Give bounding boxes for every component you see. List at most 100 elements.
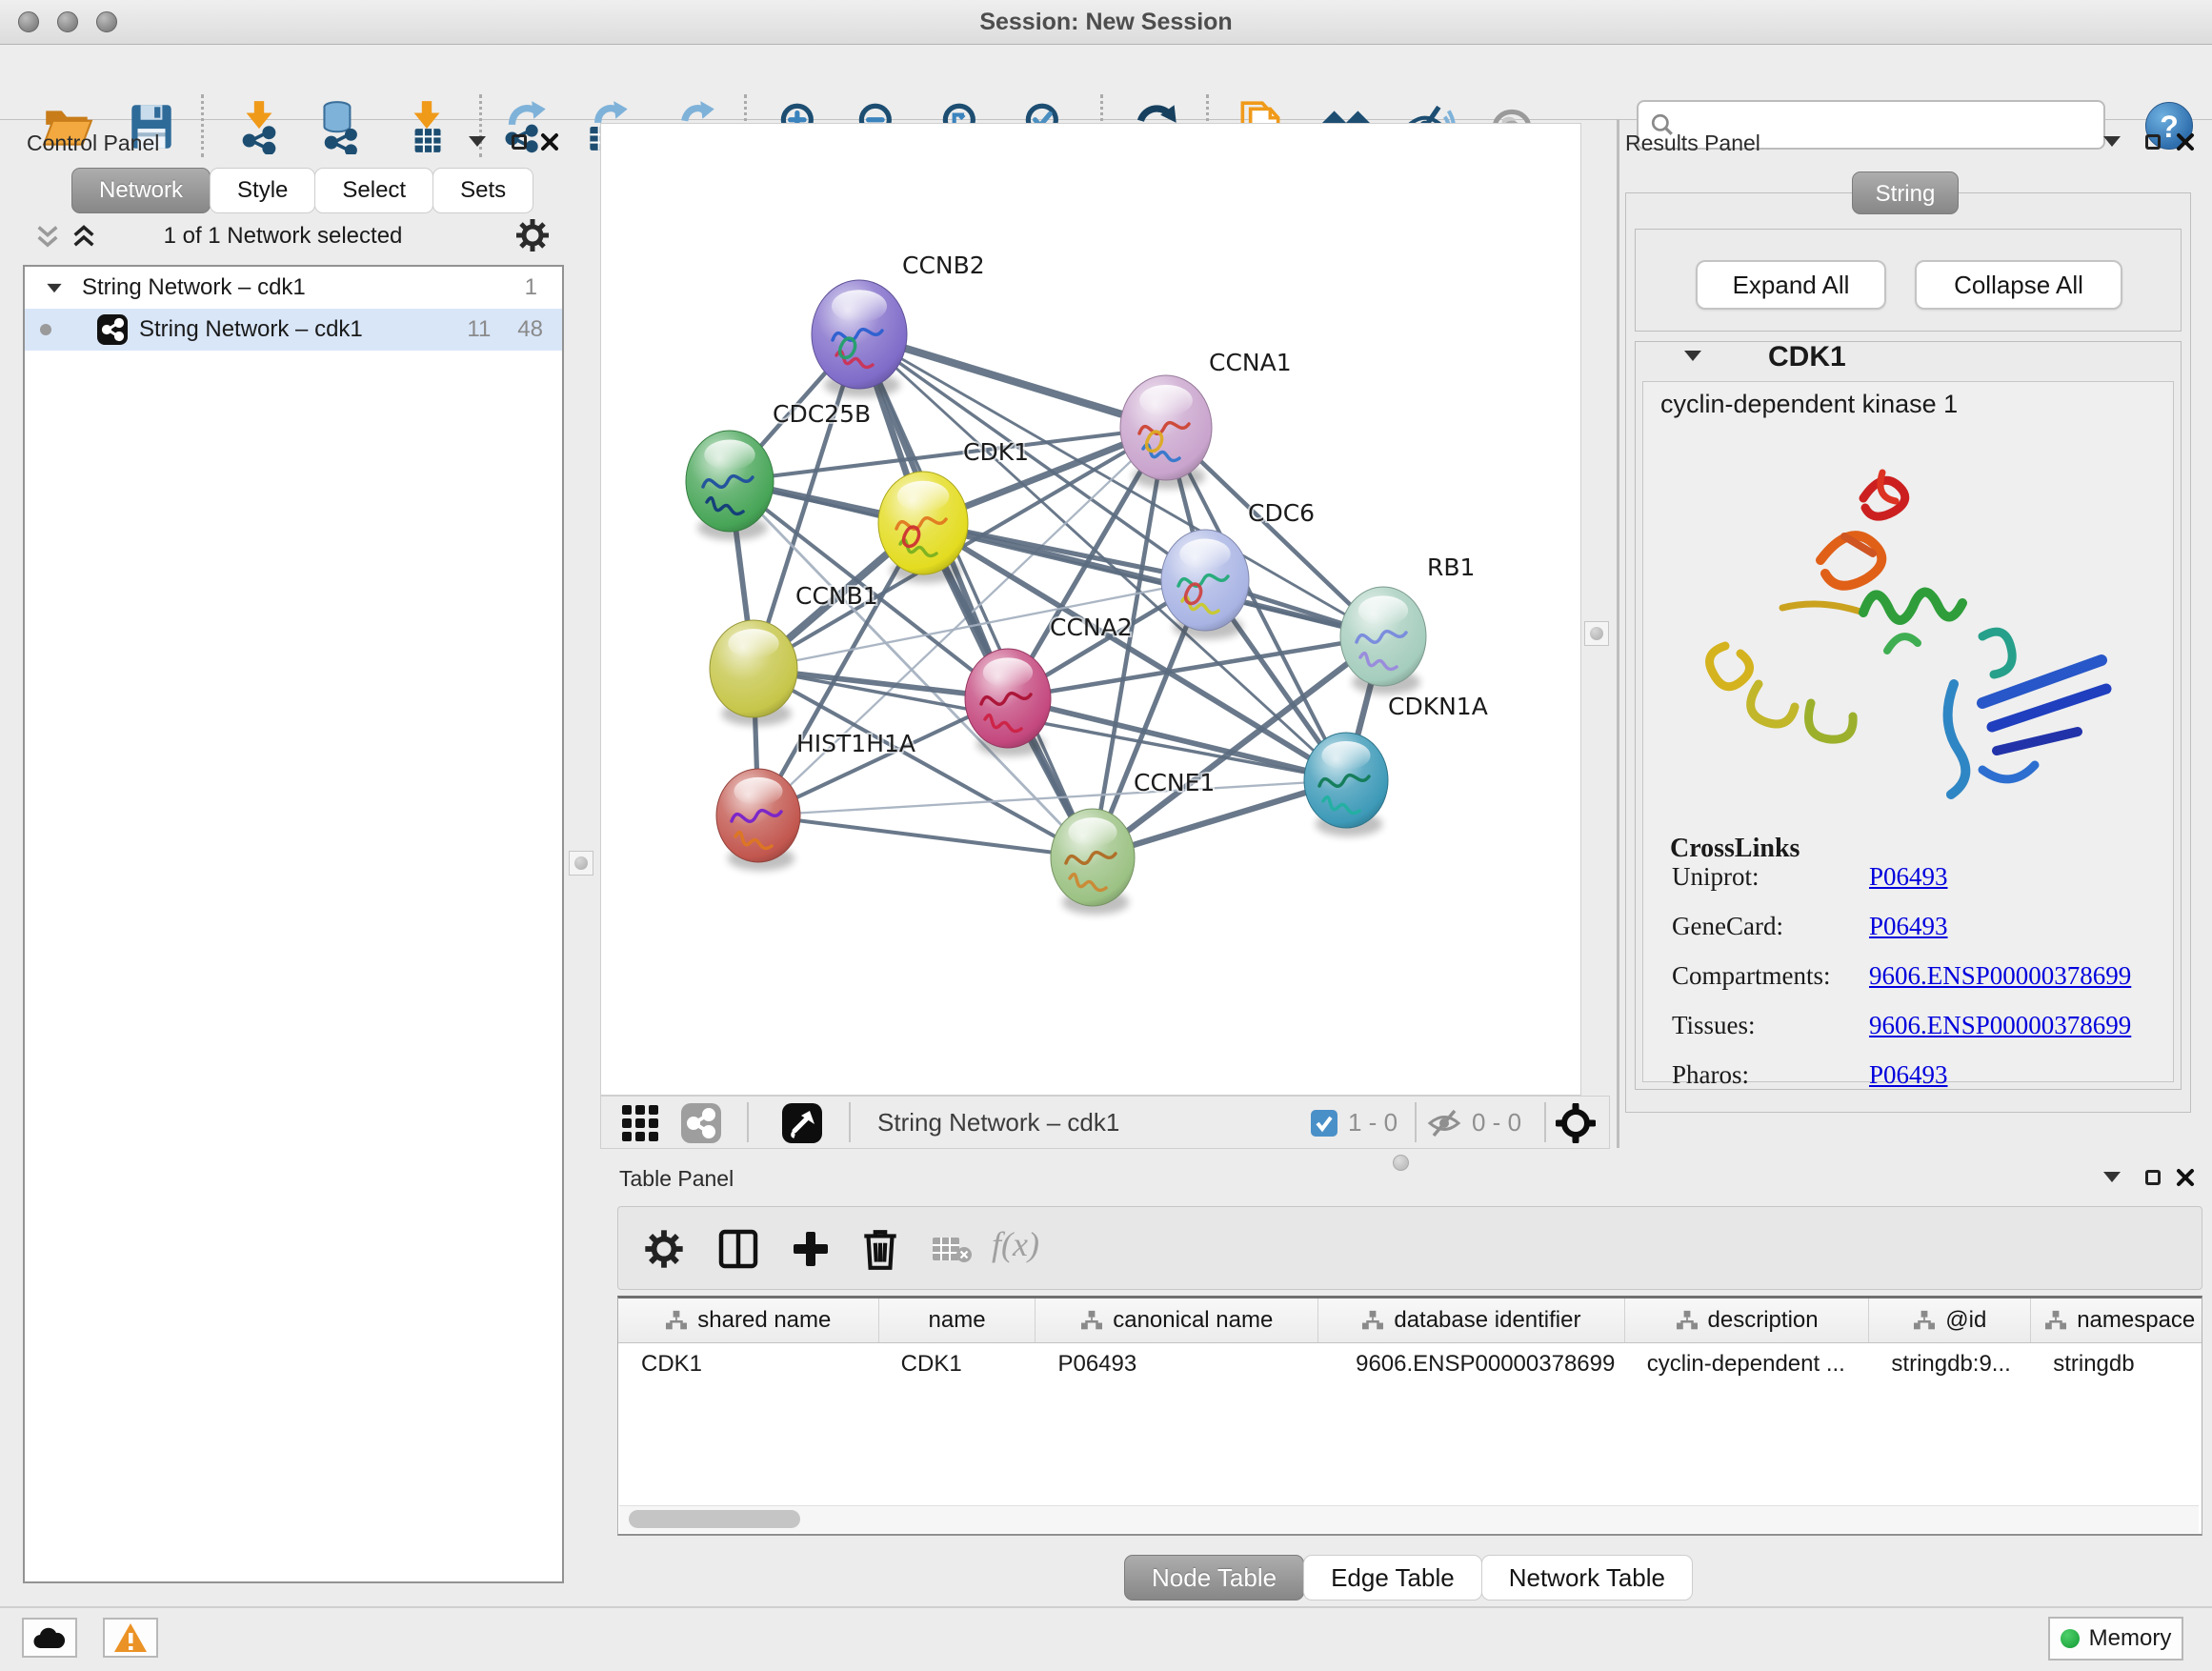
cell-namespace[interactable]: stringdb [2030, 1343, 2202, 1385]
cell-id[interactable]: stringdb:9... [1868, 1343, 2030, 1385]
cell-description[interactable]: cyclin-dependent ... [1624, 1343, 1869, 1385]
crosslink-label: GeneCard: [1672, 912, 1783, 941]
add-column-icon[interactable] [790, 1228, 832, 1270]
expand-all-button[interactable]: Expand All [1696, 260, 1886, 310]
gear-icon[interactable] [514, 217, 551, 253]
node-label: CCNB1 [795, 582, 878, 610]
network-tree: String Network – cdk1 1 String Network –… [23, 265, 564, 1583]
node-label: CDK1 [963, 438, 1029, 466]
network-column-icon [1080, 1310, 1103, 1331]
toolbar-separator [201, 94, 204, 157]
crosslink-value[interactable]: 9606.ENSP00000378699 [1869, 961, 2131, 991]
tab-string[interactable]: String [1852, 171, 1959, 214]
cloud-button[interactable] [22, 1618, 77, 1658]
collection-expander-icon[interactable] [47, 283, 61, 292]
gear-icon[interactable] [643, 1228, 685, 1270]
warning-icon [113, 1622, 148, 1653]
tab-node-table[interactable]: Node Table [1124, 1555, 1304, 1601]
split-columns-icon[interactable] [717, 1228, 759, 1270]
network-collection-row[interactable]: String Network – cdk1 1 [25, 267, 562, 309]
crosslink-value[interactable]: P06493 [1869, 1060, 1948, 1090]
column-header-canonical-name[interactable]: canonical name [1035, 1299, 1317, 1342]
tab-edge-table[interactable]: Edge Table [1303, 1555, 1482, 1601]
column-header-id[interactable]: @id [1868, 1299, 2030, 1342]
column-header-name[interactable]: name [878, 1299, 1036, 1342]
hidden-count: 0 - 0 [1472, 1097, 1521, 1148]
memory-button[interactable]: Memory [2048, 1617, 2183, 1661]
control-panel-tabs: Network Style Select Sets [71, 168, 533, 213]
network-column-icon [2044, 1310, 2067, 1331]
node-label: RB1 [1427, 554, 1475, 581]
results-panel-float-icon[interactable] [2145, 134, 2161, 150]
tab-select[interactable]: Select [314, 168, 433, 213]
table-row[interactable]: CDK1 CDK1 P06493 9606.ENSP00000378699 cy… [618, 1343, 2202, 1385]
network-column-icon [1361, 1310, 1384, 1331]
maximize-window-icon[interactable] [96, 11, 117, 32]
cloud-icon [32, 1625, 67, 1650]
window-title: Session: New Session [0, 0, 2212, 44]
grid-icon[interactable] [620, 1103, 660, 1143]
table-panel-close-icon[interactable] [2176, 1168, 2195, 1187]
delete-table-icon [933, 1236, 973, 1264]
results-panel-close-icon[interactable] [2176, 132, 2195, 151]
cell-shared-name[interactable]: CDK1 [618, 1343, 878, 1385]
network-label: String Network – cdk1 [139, 316, 363, 343]
tab-style[interactable]: Style [210, 168, 315, 213]
table-scrollbar-thumb[interactable] [629, 1510, 800, 1528]
network-edge-count: 48 [517, 316, 543, 343]
results-panel-title: Results Panel [1625, 131, 1760, 156]
crosshair-icon[interactable] [1556, 1103, 1596, 1143]
control-panel-float-icon[interactable] [512, 134, 527, 150]
column-header-shared-name[interactable]: shared name [618, 1299, 878, 1342]
control-panel-close-icon[interactable] [540, 132, 559, 151]
tab-network-table[interactable]: Network Table [1481, 1555, 1693, 1601]
cell-canonical-name[interactable]: P06493 [1035, 1343, 1317, 1385]
network-row[interactable]: String Network – cdk1 11 48 [25, 309, 562, 351]
delete-column-icon[interactable] [858, 1226, 902, 1272]
memory-label: Memory [2089, 1625, 2172, 1652]
node-label: CCNB2 [902, 252, 985, 279]
toolbar-separator [1544, 1102, 1546, 1142]
tab-sets[interactable]: Sets [432, 168, 533, 213]
crosslink-label: Compartments: [1672, 961, 1830, 991]
column-header-description[interactable]: description [1624, 1299, 1869, 1342]
crosslink-value[interactable]: P06493 [1869, 862, 1948, 892]
horizontal-splitter-grip[interactable] [1393, 1155, 1409, 1171]
warning-button[interactable] [103, 1618, 158, 1658]
right-splitter-grip[interactable] [1584, 621, 1609, 646]
selected-checkbox-icon[interactable] [1311, 1110, 1337, 1137]
crosslink-value[interactable]: 9606.ENSP00000378699 [1869, 1011, 2131, 1040]
control-panel-menu-icon[interactable] [469, 136, 486, 147]
node-result-expander-icon[interactable] [1684, 351, 1701, 361]
network-view-toolbar: String Network – cdk1 1 - 0 0 - 0 [600, 1096, 1610, 1149]
status-bar-divider [0, 1606, 2212, 1608]
close-window-icon[interactable] [18, 11, 39, 32]
import-network-icon[interactable] [231, 99, 287, 154]
table-panel-float-icon[interactable] [2145, 1170, 2161, 1185]
results-panel-divider[interactable] [1617, 119, 1619, 1148]
node-table: shared name name canonical name database… [617, 1296, 2202, 1536]
results-panel-menu-icon[interactable] [2103, 136, 2121, 147]
table-tabs: Node Table Edge Table Network Table [1124, 1555, 1692, 1601]
node-description: cyclin-dependent kinase 1 [1660, 390, 2173, 419]
open-in-window-icon[interactable] [782, 1103, 822, 1143]
left-splitter-grip[interactable] [569, 851, 593, 876]
collapse-all-button[interactable]: Collapse All [1915, 260, 2122, 310]
minimize-window-icon[interactable] [57, 11, 78, 32]
import-database-icon[interactable] [312, 99, 367, 154]
table-horizontal-scrollbar[interactable] [619, 1505, 2199, 1533]
cell-name[interactable]: CDK1 [878, 1343, 1036, 1385]
import-table-icon[interactable] [399, 99, 454, 154]
network-canvas[interactable]: CCNB2CCNA1CDC25BCDK1CDC6RB1CCNB1CCNA2CDK… [600, 123, 1581, 1096]
string-share-icon[interactable] [681, 1103, 721, 1143]
collection-label: String Network – cdk1 [82, 274, 306, 301]
main-toolbar: ? [0, 45, 2212, 120]
crosslink-label: Pharos: [1672, 1060, 1749, 1090]
cell-database-identifier[interactable]: 9606.ENSP00000378699 [1317, 1343, 1624, 1385]
table-panel-menu-icon[interactable] [2103, 1172, 2121, 1182]
crosslink-value[interactable]: P06493 [1869, 912, 1948, 941]
column-header-database-identifier[interactable]: database identifier [1317, 1299, 1624, 1342]
tab-network[interactable]: Network [71, 168, 211, 213]
column-header-namespace[interactable]: namespace [2030, 1299, 2202, 1342]
collection-count: 1 [525, 274, 537, 301]
